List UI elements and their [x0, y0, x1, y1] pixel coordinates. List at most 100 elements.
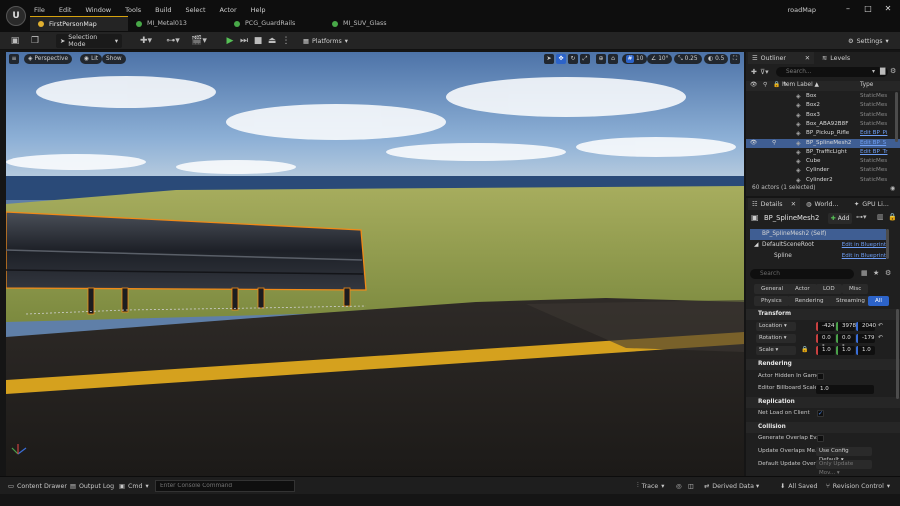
section-transform[interactable]: Transform	[746, 309, 900, 320]
component-self[interactable]: BP_SplineMesh2 (Self)	[750, 229, 886, 240]
rotation-snap-button[interactable]: ∠ 10°	[647, 54, 673, 64]
details-scrollbar[interactable]	[896, 309, 899, 399]
category-physics[interactable]: Physics	[754, 296, 789, 306]
rotation-dropdown[interactable]: Rotation ▾	[756, 334, 796, 343]
favorite-star-icon[interactable]: ★	[873, 269, 879, 277]
pin-icon[interactable]: ⚲	[772, 140, 776, 146]
lock-icon[interactable]: 🔒	[801, 346, 808, 353]
select-tool-icon[interactable]: ➤	[544, 54, 554, 64]
all-saved-button[interactable]: ⬇ All Saved	[780, 480, 818, 492]
platforms-dropdown[interactable]: ▦ Platforms ▾	[299, 34, 352, 48]
rotate-tool-icon[interactable]: ↻	[568, 54, 578, 64]
category-lod[interactable]: LOD	[816, 284, 842, 294]
category-misc[interactable]: Misc	[842, 284, 869, 294]
section-replication[interactable]: Replication	[746, 397, 900, 408]
reset-icon[interactable]: ↶	[878, 334, 883, 341]
grid-snap-button[interactable]: # 10	[622, 54, 648, 64]
actor-hidden-checkbox[interactable]	[817, 373, 824, 380]
tab-world-settings[interactable]: ◍ World...	[802, 198, 839, 210]
property-matrix-icon[interactable]: ▦	[861, 269, 868, 277]
tab-outliner[interactable]: ☰ Outliner ✕	[748, 52, 814, 64]
section-collision[interactable]: Collision	[746, 422, 900, 433]
blueprint-options-icon[interactable]: ⊶▾	[856, 213, 867, 221]
columns-icon[interactable]: ▥	[877, 213, 884, 221]
menu-build[interactable]: Build	[155, 6, 171, 14]
collapse-arrow-icon[interactable]: ◢	[754, 242, 758, 248]
component-defaultsceneroot[interactable]: ◢ DefaultSceneRoot Edit in Blueprint	[750, 240, 886, 251]
generate-overlap-checkbox[interactable]	[817, 435, 824, 442]
revision-control-button[interactable]: ⑂ Revision Control ▾	[826, 480, 890, 492]
screenshot-icon[interactable]: ◫	[688, 480, 694, 492]
scale-z-field[interactable]: 1.0	[856, 346, 875, 355]
column-item-label[interactable]: Item Label ▲	[782, 82, 819, 88]
lock-icon[interactable]: 🔒	[888, 213, 897, 221]
new-folder-icon[interactable]: ▇	[880, 67, 885, 75]
column-type[interactable]: Type	[860, 82, 873, 88]
play-icon[interactable]: ▶	[224, 35, 236, 47]
level-viewport[interactable]: ≡ ◈ Perspective ◉ Lit Show ➤ ✥ ↻ ⤢ ⊕ ⌂ #…	[6, 52, 744, 476]
output-log-button[interactable]: ▤ Output Log	[70, 480, 114, 492]
perspective-button[interactable]: ◈ Perspective	[24, 54, 73, 64]
tab-mi-suv-glass[interactable]: MI_SUV_Glass	[324, 16, 422, 31]
tab-pcg-guardrails[interactable]: PCG_GuardRails	[226, 16, 324, 31]
edit-blueprint-link[interactable]: Edit BP_Pi	[860, 130, 900, 136]
outliner-row[interactable]: ◈ Cylinder StaticMes	[746, 166, 900, 175]
world-space-icon[interactable]: ⊕	[596, 54, 606, 64]
section-rendering[interactable]: Rendering	[746, 359, 900, 370]
menu-tools[interactable]: Tools	[125, 6, 141, 14]
close-icon[interactable]: ✕	[882, 4, 894, 14]
scale-x-field[interactable]: 1.0	[816, 346, 835, 355]
translate-tool-icon[interactable]: ✥	[556, 54, 566, 64]
tab-gpu-lightmass[interactable]: ✦ GPU Li...	[850, 198, 889, 210]
outliner-row[interactable]: ◈ BP_TrafficLight Edit BP_Tr	[746, 148, 900, 157]
category-actor[interactable]: Actor	[788, 284, 817, 294]
menu-window[interactable]: Window	[85, 6, 111, 14]
category-all[interactable]: All	[868, 296, 889, 306]
location-y-field[interactable]: 3978	[836, 322, 856, 331]
edit-blueprint-link[interactable]: Edit BP_S	[860, 140, 900, 146]
category-streaming[interactable]: Streaming	[829, 296, 872, 306]
visibility-icon[interactable]: 👁	[750, 140, 757, 146]
add-actor-icon[interactable]: ✚▾	[138, 35, 154, 47]
tab-levels[interactable]: ≋ Levels	[818, 52, 850, 64]
console-command-input[interactable]	[155, 480, 295, 492]
more-options-icon[interactable]: ⋮	[280, 35, 292, 47]
tab-details[interactable]: ☷ Details ✕	[748, 198, 800, 210]
outliner-row[interactable]: ◈ Box StaticMes	[746, 92, 900, 101]
scale-y-field[interactable]: 1.0	[836, 346, 855, 355]
pin-icon[interactable]: ⚲	[763, 82, 767, 88]
outliner-scrollbar[interactable]	[895, 92, 898, 142]
update-overlaps-dropdown[interactable]: Use Config Default ▾	[816, 447, 872, 463]
location-dropdown[interactable]: Location ▾	[756, 322, 796, 331]
edit-in-blueprint-link[interactable]: Edit in Blueprint	[842, 253, 886, 259]
cmd-dropdown[interactable]: ▣ Cmd ▾	[119, 480, 149, 492]
scale-dropdown[interactable]: Scale ▾	[756, 346, 796, 355]
content-browser-icon[interactable]: ❐	[29, 35, 41, 47]
rotation-y-field[interactable]: 0.0 °	[836, 334, 855, 350]
filter-icon[interactable]: ⊽▾	[760, 68, 769, 76]
tab-firstpersonmap[interactable]: FirstPersonMap	[30, 16, 128, 31]
outliner-row[interactable]: ◈ Box2 StaticMes	[746, 101, 900, 110]
menu-select[interactable]: Select	[185, 6, 205, 14]
add-icon[interactable]: ✚	[751, 68, 757, 76]
show-button[interactable]: Show	[102, 54, 126, 64]
reset-icon[interactable]: ↶	[878, 322, 883, 329]
outliner-row[interactable]: ◈ Box_ABA92B8F StaticMes	[746, 120, 900, 129]
category-rendering[interactable]: Rendering	[788, 296, 831, 306]
stop-icon[interactable]: ■	[252, 35, 264, 47]
surface-snap-icon[interactable]: ⌂	[608, 54, 618, 64]
rotation-x-field[interactable]: 0.0 °	[816, 334, 835, 350]
maximize-viewport-icon[interactable]: ⛶	[730, 54, 740, 64]
default-update-dropdown[interactable]: Only Update Mov... ▾	[816, 460, 872, 476]
save-icon[interactable]: ▣	[9, 35, 21, 47]
outliner-row[interactable]: ◈ Cube StaticMes	[746, 157, 900, 166]
close-icon[interactable]: ✕	[805, 55, 810, 62]
details-search-input[interactable]: Search	[750, 269, 854, 279]
camera-speed-button[interactable]: ◐ 0.5	[704, 54, 729, 64]
unreal-logo-icon[interactable]: U	[6, 6, 26, 26]
step-icon[interactable]: ⏭	[238, 35, 250, 47]
trace-dropdown[interactable]: ⫶ Trace ▾	[637, 480, 664, 492]
settings-button[interactable]: ⚙ Settings ▾	[844, 34, 893, 48]
menu-edit[interactable]: Edit	[59, 6, 72, 14]
gear-icon[interactable]: ⚙	[885, 269, 891, 277]
